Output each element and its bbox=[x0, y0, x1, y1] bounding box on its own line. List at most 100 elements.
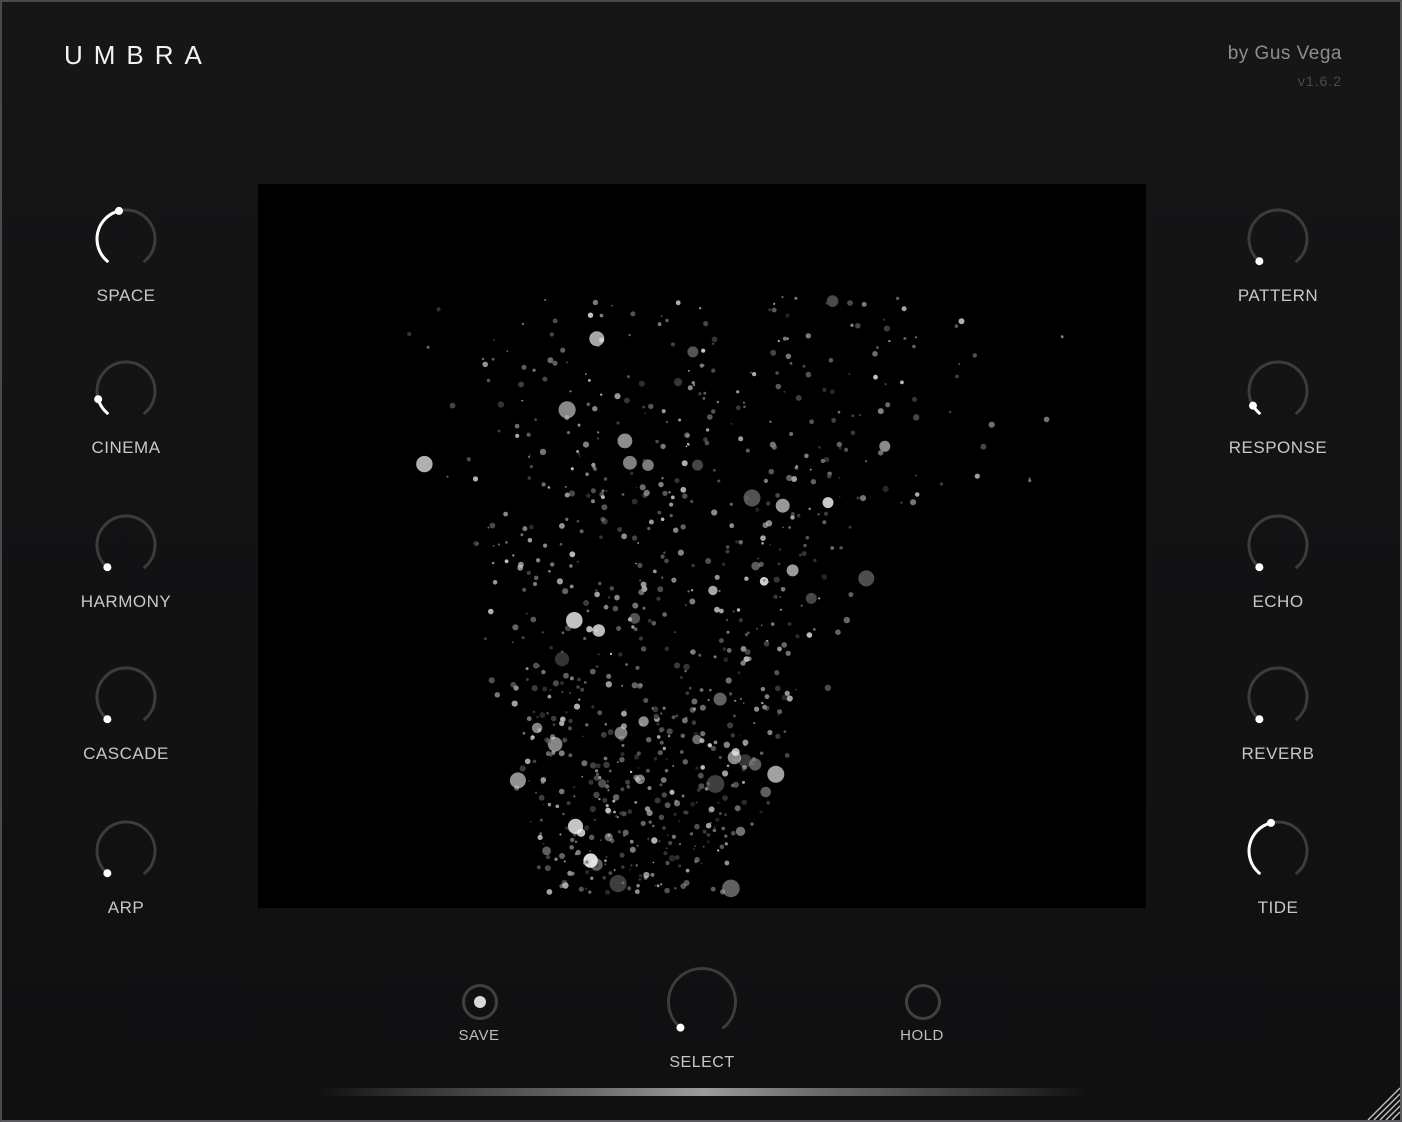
knob-dial[interactable] bbox=[1246, 206, 1310, 270]
particle bbox=[492, 544, 495, 547]
particle bbox=[536, 865, 541, 870]
particle bbox=[525, 667, 529, 671]
particle bbox=[605, 804, 609, 808]
knob-indicator-dot bbox=[1255, 715, 1264, 724]
particle bbox=[825, 301, 829, 305]
particle bbox=[680, 524, 686, 530]
particle bbox=[694, 823, 700, 830]
particle bbox=[739, 697, 742, 701]
particle bbox=[530, 737, 534, 741]
particle bbox=[626, 784, 631, 789]
particle bbox=[633, 627, 638, 632]
particle bbox=[535, 791, 537, 794]
particle bbox=[604, 859, 607, 862]
particle bbox=[702, 397, 706, 400]
particle bbox=[735, 826, 746, 836]
knob-dial[interactable] bbox=[94, 206, 158, 270]
particle bbox=[600, 516, 606, 522]
knob-dial[interactable] bbox=[94, 358, 158, 422]
knob-dial[interactable] bbox=[94, 818, 158, 882]
particle bbox=[805, 592, 817, 604]
knob-dial[interactable] bbox=[1246, 818, 1310, 882]
hold-button[interactable]: HOLD bbox=[900, 983, 943, 1044]
particle bbox=[856, 496, 860, 500]
particle bbox=[487, 526, 490, 529]
particle bbox=[900, 501, 903, 504]
particle bbox=[690, 801, 695, 807]
particle bbox=[817, 513, 820, 516]
particle bbox=[673, 527, 679, 533]
particle bbox=[596, 437, 600, 440]
particle bbox=[885, 402, 891, 408]
particle bbox=[582, 441, 590, 448]
knob-track bbox=[1247, 208, 1309, 263]
particle bbox=[638, 589, 645, 596]
particle bbox=[781, 642, 787, 648]
particle bbox=[647, 786, 652, 791]
save-label: SAVE bbox=[458, 1027, 500, 1044]
save-toggle-icon[interactable] bbox=[461, 983, 499, 1021]
particle bbox=[634, 801, 638, 804]
knob-dial[interactable] bbox=[94, 512, 158, 576]
particle bbox=[700, 765, 705, 770]
particle bbox=[596, 772, 600, 776]
particle bbox=[565, 517, 569, 521]
particle bbox=[559, 523, 565, 529]
particle bbox=[775, 383, 782, 390]
particle bbox=[668, 855, 676, 862]
particle bbox=[779, 596, 782, 599]
particle bbox=[670, 495, 675, 500]
particle bbox=[643, 875, 648, 880]
resize-grip-icon[interactable] bbox=[1364, 1084, 1400, 1120]
particle bbox=[549, 332, 554, 337]
particle bbox=[651, 837, 658, 844]
particle bbox=[703, 391, 707, 395]
particle bbox=[689, 707, 696, 713]
particle bbox=[756, 627, 758, 630]
particle bbox=[615, 815, 618, 818]
particle bbox=[581, 775, 584, 778]
hold-toggle-icon[interactable] bbox=[904, 983, 942, 1021]
knob-dial[interactable] bbox=[1246, 512, 1310, 576]
particle bbox=[722, 647, 727, 651]
particle bbox=[583, 636, 587, 641]
knob-dial[interactable] bbox=[1246, 358, 1310, 422]
particle bbox=[884, 383, 887, 386]
knob-indicator-dot bbox=[94, 395, 103, 404]
particle bbox=[786, 564, 799, 577]
particle bbox=[512, 554, 515, 557]
select-dial[interactable] bbox=[664, 964, 740, 1040]
particle bbox=[900, 380, 904, 385]
author-credit: by Gus Vega bbox=[1227, 43, 1342, 64]
particle bbox=[569, 390, 572, 393]
knob-dial[interactable] bbox=[1246, 664, 1310, 728]
particle bbox=[597, 710, 603, 716]
particle bbox=[567, 818, 584, 835]
particle bbox=[762, 704, 767, 710]
particle bbox=[714, 606, 720, 613]
particle bbox=[809, 468, 812, 471]
bottom-slider-bar[interactable] bbox=[318, 1088, 1088, 1096]
particle bbox=[775, 733, 781, 739]
knob-label: PATTERN bbox=[1237, 286, 1319, 305]
particle bbox=[912, 344, 916, 349]
particle bbox=[541, 482, 546, 487]
particle bbox=[556, 578, 563, 585]
particle bbox=[726, 648, 732, 653]
particle bbox=[703, 845, 705, 848]
knob-label: SPACE bbox=[96, 286, 156, 305]
particle bbox=[784, 753, 790, 758]
particle bbox=[589, 850, 592, 853]
particle bbox=[782, 526, 784, 529]
particle bbox=[725, 549, 730, 554]
particle bbox=[656, 735, 661, 739]
knob-dial[interactable] bbox=[94, 664, 158, 728]
particle bbox=[775, 371, 779, 375]
particle bbox=[569, 584, 574, 589]
save-button[interactable]: SAVE bbox=[459, 983, 499, 1044]
particle bbox=[1060, 335, 1064, 339]
particle-visualizer[interactable] bbox=[258, 184, 1146, 908]
particle bbox=[592, 299, 599, 306]
particle bbox=[566, 801, 571, 805]
particle bbox=[711, 342, 715, 345]
